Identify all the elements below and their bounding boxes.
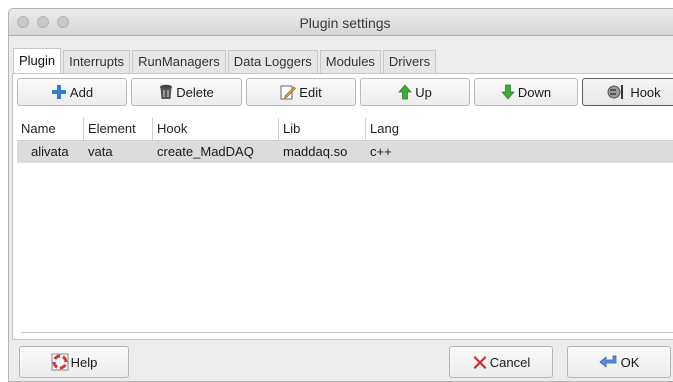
table-row[interactable]: alivata vata create_MadDAQ maddaq.so c++ <box>17 141 673 163</box>
delete-button[interactable]: Delete <box>131 78 242 106</box>
cell-lib: maddaq.so <box>283 144 348 159</box>
lifebuoy-icon <box>51 353 69 371</box>
hook-plug-icon <box>607 85 624 99</box>
up-label: Up <box>415 84 432 100</box>
ok-button[interactable]: OK <box>567 346 671 378</box>
plus-icon <box>51 85 66 99</box>
pencil-icon <box>280 85 297 100</box>
column-header-element[interactable]: Element <box>84 118 153 140</box>
edit-button[interactable]: Edit <box>246 78 356 106</box>
arrow-up-icon <box>398 84 412 100</box>
cell-name: alivata <box>31 144 69 159</box>
cell-element: vata <box>88 144 113 159</box>
up-button[interactable]: Up <box>360 78 470 106</box>
column-header-lib[interactable]: Lib <box>279 118 366 140</box>
tab-plugin[interactable]: Plugin <box>13 48 62 73</box>
tab-runmanagers[interactable]: RunManagers <box>132 50 226 73</box>
column-header-name[interactable]: Name <box>17 118 84 140</box>
plugin-table: Name Element Hook Lib Lang alivata vata … <box>17 118 673 333</box>
cell-lang: c++ <box>370 144 392 159</box>
help-button[interactable]: Help <box>19 346 129 378</box>
table-header: Name Element Hook Lib Lang <box>17 118 673 141</box>
tab-drivers[interactable]: Drivers <box>382 50 437 73</box>
cancel-label: Cancel <box>489 354 531 370</box>
title-bar: Plugin settings <box>9 9 673 36</box>
arrow-down-icon <box>501 84 515 100</box>
hook-button[interactable]: Hook <box>582 78 673 106</box>
trash-icon <box>160 84 173 99</box>
add-button[interactable]: Add <box>17 78 127 106</box>
plugin-settings-window: Plugin settings Plugin Interrupts RunMan… <box>8 8 673 382</box>
add-label: Add <box>69 84 94 100</box>
cell-hook: create_MadDAQ <box>157 144 254 159</box>
cancel-button[interactable]: Cancel <box>449 346 553 378</box>
plugin-panel: Add Delete Edit Up Down Hook Name Elemen… <box>12 73 673 340</box>
tab-modules[interactable]: Modules <box>319 50 381 73</box>
red-x-icon <box>473 356 487 369</box>
tab-data-loggers[interactable]: Data Loggers <box>227 50 318 73</box>
down-button[interactable]: Down <box>474 78 578 106</box>
tab-interrupts[interactable]: Interrupts <box>63 50 131 73</box>
edit-label: Edit <box>299 84 322 100</box>
delete-label: Delete <box>176 84 214 100</box>
help-label: Help <box>70 354 98 370</box>
column-header-lang[interactable]: Lang <box>366 118 673 140</box>
hook-label: Hook <box>630 84 661 100</box>
window-title: Plugin settings <box>299 15 391 31</box>
ok-label: OK <box>620 354 640 370</box>
tab-bar: Plugin Interrupts RunManagers Data Logge… <box>13 48 438 74</box>
table-bottom-border <box>21 332 673 333</box>
return-arrow-icon <box>599 355 616 368</box>
column-header-hook[interactable]: Hook <box>153 118 279 140</box>
down-label: Down <box>517 84 552 100</box>
